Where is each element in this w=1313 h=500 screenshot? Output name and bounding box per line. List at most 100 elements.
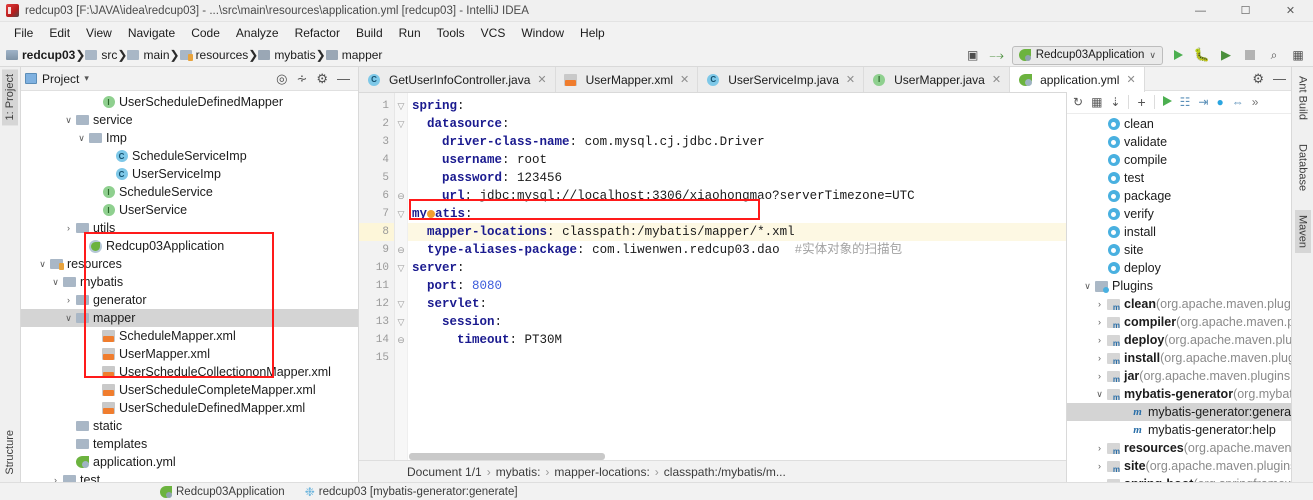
maven-tree-row[interactable]: › deploy (org.apache.maven.plugi	[1067, 331, 1291, 349]
overflow-icon[interactable]: »	[1252, 95, 1259, 109]
maximize-button[interactable]: ☐	[1223, 0, 1268, 22]
reload-icon[interactable]: ↻	[1073, 95, 1083, 109]
editor-tab[interactable]: application.yml ✕	[1010, 67, 1145, 92]
fold-marker-icon[interactable]: ▽	[395, 97, 407, 115]
status-crumb-value[interactable]: classpath:/mybatis/m...	[664, 465, 786, 479]
run-configuration-selector[interactable]: Redcup03Application ∨	[1011, 45, 1163, 65]
editor-tab[interactable]: C GetUserInfoController.java ✕	[359, 67, 556, 92]
maven-tree-row[interactable]: validate	[1067, 133, 1291, 151]
breadcrumb-item-mapper[interactable]: mapper	[325, 48, 382, 62]
tree-expand-arrow-icon[interactable]: ∨	[75, 133, 88, 144]
project-file-tree[interactable]: I UserScheduleDefinedMapper ∨ service ∨ Imp C S…	[21, 91, 358, 482]
tree-expand-arrow-icon[interactable]: ›	[1093, 371, 1106, 381]
menu-edit[interactable]: Edit	[41, 24, 78, 42]
gear-icon[interactable]: ⚙	[1252, 71, 1264, 87]
gear-icon[interactable]: ⚙	[316, 71, 328, 87]
breadcrumb-item-src[interactable]: src	[85, 48, 117, 62]
maven-tree-row[interactable]: deploy	[1067, 259, 1291, 277]
menu-help[interactable]: Help	[572, 24, 613, 42]
tree-row[interactable]: UserMapper.xml	[21, 345, 358, 363]
editor-tab[interactable]: I UserMapper.java ✕	[864, 67, 1011, 92]
add-maven-project-icon[interactable]: +	[1137, 94, 1145, 110]
breadcrumb-item-mybatis[interactable]: mybatis	[258, 48, 316, 62]
tree-row[interactable]: Redcup03Application	[21, 237, 358, 255]
maven-tree-row[interactable]: clean	[1067, 115, 1291, 133]
tree-row[interactable]: static	[21, 417, 358, 435]
tree-row[interactable]: ∨ mybatis	[21, 273, 358, 291]
code-text[interactable]: spring: datasource: driver-class-name: c…	[408, 93, 1066, 460]
tree-expand-arrow-icon[interactable]: ∨	[1081, 281, 1094, 292]
tree-row[interactable]: I UserService	[21, 201, 358, 219]
tree-row[interactable]: C ScheduleServiceImp	[21, 147, 358, 165]
maven-tree-row[interactable]: › jar (org.apache.maven.plugins:m	[1067, 367, 1291, 385]
menu-code[interactable]: Code	[183, 24, 228, 42]
code-editor[interactable]: 1 2 3 4 5 6 7 8 9 10 11 12 13 14 15 ▽ ▽ ⊖ ▽ ⊖ ▽ ▽ ▽ ⊖ spring: …	[359, 93, 1066, 460]
maven-tree-row[interactable]: › site (org.apache.maven.plugins:n	[1067, 457, 1291, 475]
search-icon[interactable]: ⌕	[1265, 46, 1283, 64]
close-icon[interactable]: ✕	[537, 73, 546, 86]
editor-tab[interactable]: C UserServiceImp.java ✕	[698, 67, 865, 92]
tree-row[interactable]: ∨ mapper	[21, 309, 358, 327]
maven-tree-row[interactable]: › spring-boot (org.springframewo	[1067, 475, 1291, 482]
expand-collapse-icon[interactable]: ⇔	[1232, 95, 1244, 109]
tool-window-tab-database[interactable]: Database	[1295, 139, 1311, 196]
tool-window-tab-ant-build[interactable]: Ant Build	[1295, 71, 1311, 125]
tree-expand-arrow-icon[interactable]: ›	[1093, 443, 1106, 453]
terminal-icon[interactable]: ▣	[964, 46, 982, 64]
build-hammer-icon[interactable]: ⤍	[988, 46, 1006, 64]
minimize-button[interactable]: —	[1178, 0, 1223, 22]
tool-window-tab-structure[interactable]: Structure	[2, 425, 18, 480]
tree-expand-arrow-icon[interactable]: ›	[49, 475, 62, 482]
tree-expand-arrow-icon[interactable]: ›	[1093, 299, 1106, 309]
hide-panel-icon[interactable]: —	[337, 71, 350, 86]
toggle-skip-tests-icon[interactable]: ⇥	[1198, 95, 1208, 109]
tree-row[interactable]: › utils	[21, 219, 358, 237]
maven-tree-row[interactable]: install	[1067, 223, 1291, 241]
tool-window-tab-maven[interactable]: Maven	[1294, 210, 1311, 254]
close-icon[interactable]: ✕	[1126, 73, 1135, 86]
fold-marker-icon[interactable]: ⊖	[395, 187, 407, 205]
menu-view[interactable]: View	[78, 24, 120, 42]
menu-refactor[interactable]: Refactor	[287, 24, 348, 42]
status-crumb-mybatis[interactable]: mybatis:	[496, 465, 541, 479]
maven-tree-row[interactable]: site	[1067, 241, 1291, 259]
close-button[interactable]: ✕	[1268, 0, 1313, 22]
locate-target-icon[interactable]: ◎	[276, 71, 287, 87]
menu-analyze[interactable]: Analyze	[228, 24, 287, 42]
maven-tree-row[interactable]: package	[1067, 187, 1291, 205]
tree-expand-arrow-icon[interactable]: ›	[1093, 479, 1106, 482]
horizontal-scrollbar[interactable]	[409, 453, 1063, 460]
fold-marker-icon[interactable]: ⊖	[395, 331, 407, 349]
bottom-run-tab[interactable]: Redcup03Application	[0, 483, 295, 500]
maven-tree-row[interactable]: › compiler (org.apache.maven.plug	[1067, 313, 1291, 331]
maven-tree-row[interactable]: › clean (org.apache.maven.plugins	[1067, 295, 1291, 313]
fold-marker-icon[interactable]: ▽	[395, 313, 407, 331]
fold-marker-icon[interactable]: ▽	[395, 115, 407, 133]
run-maven-goal-icon[interactable]	[1162, 95, 1172, 109]
tree-row[interactable]: UserScheduleCollectiononMapper.xml	[21, 363, 358, 381]
tree-row[interactable]: UserScheduleCompleteMapper.xml	[21, 381, 358, 399]
breadcrumb-item-resources[interactable]: resources	[179, 48, 248, 62]
tree-expand-arrow-icon[interactable]: ∨	[36, 259, 49, 270]
tree-expand-arrow-icon[interactable]: ∨	[62, 115, 75, 126]
maven-tree-row[interactable]: › install (org.apache.maven.plugins	[1067, 349, 1291, 367]
menu-build[interactable]: Build	[348, 24, 391, 42]
tree-row[interactable]: ScheduleMapper.xml	[21, 327, 358, 345]
run-button[interactable]	[1169, 46, 1187, 64]
generate-sources-icon[interactable]: ▦	[1091, 95, 1102, 109]
menu-tools[interactable]: Tools	[429, 24, 473, 42]
maven-tree-row[interactable]: verify	[1067, 205, 1291, 223]
tree-expand-arrow-icon[interactable]: ›	[1093, 353, 1106, 363]
execute-maven-goal-icon[interactable]: ☷	[1180, 95, 1191, 109]
tool-window-tab-project[interactable]: 1: Project	[2, 69, 18, 126]
maven-tree-row[interactable]: test	[1067, 169, 1291, 187]
collapse-all-icon[interactable]: ∻	[296, 71, 307, 87]
tree-row[interactable]: › generator	[21, 291, 358, 309]
tree-row[interactable]: templates	[21, 435, 358, 453]
maven-tree-row[interactable]: m mybatis-generator:generate	[1067, 403, 1291, 421]
maven-tree-row[interactable]: compile	[1067, 151, 1291, 169]
tree-row[interactable]: ∨ Imp	[21, 129, 358, 147]
tree-row[interactable]: I UserScheduleDefinedMapper	[21, 93, 358, 111]
tree-row[interactable]: C UserServiceImp	[21, 165, 358, 183]
tree-row[interactable]: › test	[21, 471, 358, 482]
